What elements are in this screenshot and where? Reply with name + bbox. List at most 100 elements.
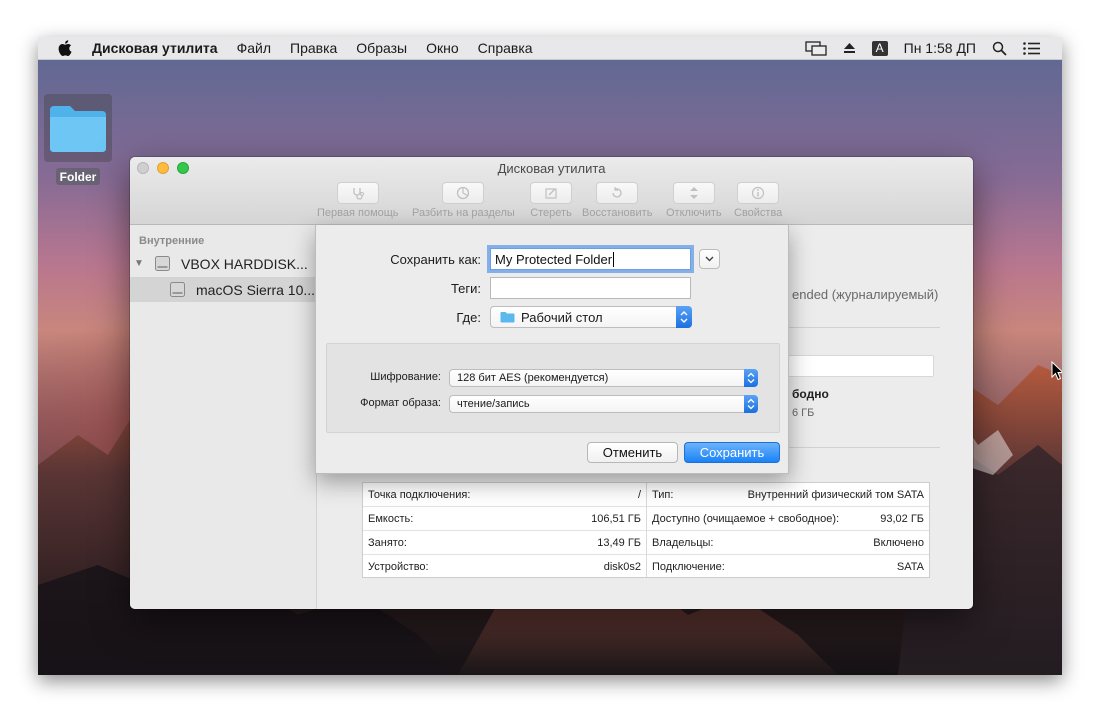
save-as-input[interactable]: My Protected Folder [490,248,691,270]
info-row: Точка подключения: / [363,483,646,507]
menu-edit[interactable]: Правка [290,40,337,56]
info-key: Устройство: [368,561,429,573]
info-row: Подключение: SATA [647,555,929,579]
info-key: Точка подключения: [368,488,471,501]
hard-disk-icon [155,256,170,271]
toolbar-restore-label: Восстановить [582,207,653,219]
info-value: disk0s2 [603,561,641,573]
disk-utility-window: Дисковая утилита Первая помощь Разбить н… [130,157,973,609]
menu-bar: Дисковая утилита Файл Правка Образы Окно… [38,37,1062,60]
toolbar-unmount[interactable]: Отключить [666,182,722,219]
info-value: 93,02 ГБ [880,512,924,525]
where-label: Где: [456,310,481,325]
where-popup[interactable]: Рабочий стол [490,306,692,328]
info-icon [737,182,780,204]
image-format-value: чтение/запись [457,398,530,410]
free-label-text: бодно [792,387,829,401]
window-title: Дисковая утилита [497,161,606,176]
tags-label: Теги: [450,281,481,296]
menu-help[interactable]: Справка [478,40,533,56]
info-row: Емкость: 106,51 ГБ [363,507,646,531]
cancel-button[interactable]: Отменить [587,442,678,463]
folder-icon [500,312,515,323]
tags-input[interactable] [490,277,691,299]
info-key: Владельцы: [652,536,714,549]
menu-window[interactable]: Окно [426,40,459,56]
save-as-label: Сохранить как: [390,252,481,267]
title-bar: Дисковая утилита Первая помощь Разбить н… [130,157,973,225]
info-row: Занято: 13,49 ГБ [363,531,646,555]
volume-info-table: Точка подключения: / Емкость: 106,51 ГБ За… [362,482,930,578]
eject-icon[interactable] [843,42,856,54]
toolbar-partition[interactable]: Разбить на разделы [412,182,515,219]
popup-stepper-icon [676,306,692,328]
expand-dialog-button[interactable] [699,249,720,269]
toolbar-first-aid-label: Первая помощь [317,207,399,219]
desktop-folder[interactable]: Folder [44,94,114,185]
sidebar-item-volume[interactable]: macOS Sierra 10... [130,277,317,302]
restore-icon [596,182,639,204]
menu-file[interactable]: Файл [237,40,271,56]
spotlight-search-icon[interactable] [992,41,1007,56]
save-image-sheet: Сохранить как: My Protected Folder Теги:… [315,225,789,474]
info-row: Владельцы: Включено [647,531,929,555]
sidebar-section-internal: Внутренние [139,235,205,247]
info-key: Доступно (очищаемое + свободное): [652,512,840,525]
notification-center-icon[interactable] [1023,41,1040,55]
info-value: / [637,488,641,501]
encryption-label: Шифрование: [370,371,441,383]
volume-disk-icon [170,282,185,297]
stethoscope-icon [336,182,379,204]
encryption-value: 128 бит AES (рекомендуется) [457,372,609,384]
eraser-icon [530,182,572,204]
separator [788,447,940,448]
sidebar-item-disk[interactable]: ▼ VBOX HARDDISK... [130,251,317,276]
toolbar-restore[interactable]: Восстановить [582,182,652,219]
info-row: Доступно (очищаемое + свободное): 93,02 Г… [647,507,929,531]
image-options-panel: Шифрование: 128 бит AES (рекомендуется) … [326,343,780,433]
toolbar-info-label: Свойства [734,207,783,219]
info-column-left: Точка подключения: / Емкость: 106,51 ГБ За… [363,483,646,577]
where-value: Рабочий стол [521,309,603,325]
sidebar: Внутренние ▼ VBOX HARDDISK... macOS Sier… [130,225,317,609]
free-size-text: 6 ГБ [792,407,815,419]
mouse-cursor-icon [1051,361,1062,381]
usage-bar [788,355,934,377]
unmount-icon [672,182,715,204]
input-source-icon[interactable]: A [871,40,888,56]
menu-images[interactable]: Образы [356,40,407,56]
info-row: Устройство: disk0s2 [363,555,646,579]
toolbar: Первая помощь Разбить на разделы Стереть [130,182,973,222]
popup-stepper-icon [744,369,758,387]
info-key: Подключение: [652,561,725,573]
info-value: 13,49 ГБ [597,536,641,549]
toolbar-erase[interactable]: Стереть [530,182,572,219]
info-key: Емкость: [368,512,414,525]
info-value: Внутренний физический том SATA [747,488,924,501]
separator [788,327,940,328]
apple-menu-icon[interactable] [58,40,74,56]
text-caret [613,251,615,267]
toolbar-partition-label: Разбить на разделы [412,207,515,219]
toolbar-unmount-label: Отключить [666,207,722,219]
desktop-screen: Дисковая утилита Файл Правка Образы Окно… [38,37,1062,675]
info-key: Занято: [368,536,407,549]
image-format-popup[interactable]: чтение/запись [449,395,758,413]
disclosure-triangle-icon[interactable]: ▼ [134,258,146,269]
display-mirroring-icon[interactable] [804,40,827,56]
image-format-label: Формат образа: [360,397,441,409]
volume-format-text: ended (журналируемый) [792,287,939,302]
menu-app-name[interactable]: Дисковая утилита [92,40,218,56]
chevron-down-icon [705,256,714,262]
toolbar-first-aid[interactable]: Первая помощь [317,182,399,219]
save-as-value: My Protected Folder [495,251,613,267]
info-key: Тип: [652,488,674,501]
toolbar-erase-label: Стереть [530,207,572,219]
toolbar-info[interactable]: Свойства [734,182,782,219]
sidebar-disk-label: VBOX HARDDISK... [181,255,308,272]
menu-clock[interactable]: Пн 1:58 ДП [904,40,976,56]
encryption-popup[interactable]: 128 бит AES (рекомендуется) [449,369,758,387]
info-value: 106,51 ГБ [591,512,641,525]
save-button[interactable]: Сохранить [684,442,780,463]
folder-icon [50,106,106,152]
